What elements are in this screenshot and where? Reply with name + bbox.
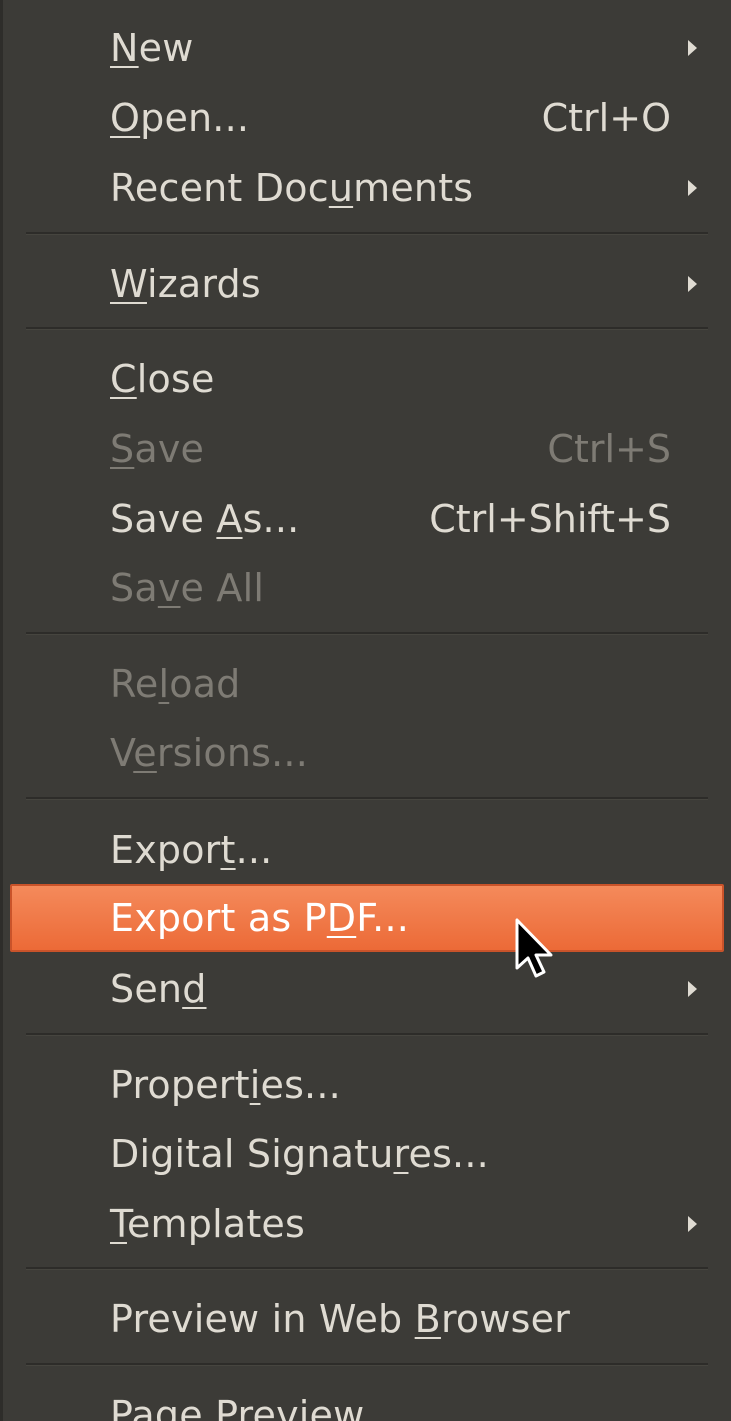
menu-item-label: Export as PDF... — [110, 896, 410, 940]
menu-item-templates[interactable]: Templates — [0, 1191, 731, 1257]
menu-item-save[interactable]: Save Ctrl+S — [0, 416, 731, 482]
menu-item-shortcut: Ctrl+Shift+S — [429, 497, 671, 541]
menu-item-recent-documents[interactable]: Recent Documents — [0, 155, 731, 221]
menu-item-reload[interactable]: Reload — [0, 651, 731, 717]
menu-separator — [26, 327, 708, 330]
menu-item-label: Recent Documents — [110, 166, 474, 210]
menu-item-label: Save — [110, 427, 205, 471]
submenu-arrow-icon — [688, 40, 697, 56]
menu-item-save-all[interactable]: Save All — [0, 555, 731, 621]
menu-item-close[interactable]: Close — [0, 346, 731, 412]
menu-item-label: Save As... — [110, 497, 300, 541]
menu-item-export-as-pdf[interactable]: Export as PDF... — [10, 884, 724, 952]
menu-item-label: New — [110, 26, 194, 70]
menu-item-label: Export... — [110, 828, 273, 872]
menu-separator — [26, 1033, 708, 1036]
mouse-pointer-icon — [515, 918, 553, 978]
menu-item-preview-in-web-browser[interactable]: Preview in Web Browser — [0, 1286, 731, 1352]
menu-item-label: Save All — [110, 566, 265, 610]
menu-item-label: Open... — [110, 96, 250, 140]
menu-item-label: Digital Signatures... — [110, 1132, 489, 1176]
menu-item-versions[interactable]: Versions... — [0, 720, 731, 786]
file-menu: New Open... Ctrl+O Recent Documents Wiza… — [0, 0, 731, 1421]
menu-separator — [26, 632, 708, 635]
submenu-arrow-icon — [688, 1216, 697, 1232]
menu-item-shortcut: Ctrl+S — [547, 427, 671, 471]
menu-item-label: Versions... — [110, 731, 308, 775]
submenu-arrow-icon — [688, 981, 697, 997]
submenu-arrow-icon — [688, 180, 697, 196]
menu-item-page-preview[interactable]: Page Preview — [0, 1382, 731, 1421]
menu-item-wizards[interactable]: Wizards — [0, 251, 731, 317]
menu-item-label: Wizards — [110, 262, 261, 306]
menu-item-send[interactable]: Send — [0, 956, 731, 1022]
menu-item-label: Close — [110, 357, 215, 401]
menu-item-label: Templates — [110, 1202, 306, 1246]
menu-item-label: Page Preview — [110, 1393, 365, 1421]
menu-item-shortcut: Ctrl+O — [541, 96, 671, 140]
menu-separator — [26, 232, 708, 235]
menu-item-label: Properties... — [110, 1063, 341, 1107]
submenu-arrow-icon — [688, 276, 697, 292]
menu-item-export[interactable]: Export... — [0, 817, 731, 883]
menu-item-label: Send — [110, 967, 207, 1011]
menu-separator — [26, 1363, 708, 1366]
menu-item-open[interactable]: Open... Ctrl+O — [0, 85, 731, 151]
menu-item-digital-signatures[interactable]: Digital Signatures... — [0, 1121, 731, 1187]
menu-item-new[interactable]: New — [0, 15, 731, 81]
menu-item-label: Reload — [110, 662, 241, 706]
menu-separator — [26, 797, 708, 800]
menu-item-save-as[interactable]: Save As... Ctrl+Shift+S — [0, 486, 731, 552]
menu-item-label: Preview in Web Browser — [110, 1297, 571, 1341]
menu-separator — [26, 1267, 708, 1270]
menu-item-properties[interactable]: Properties... — [0, 1052, 731, 1118]
